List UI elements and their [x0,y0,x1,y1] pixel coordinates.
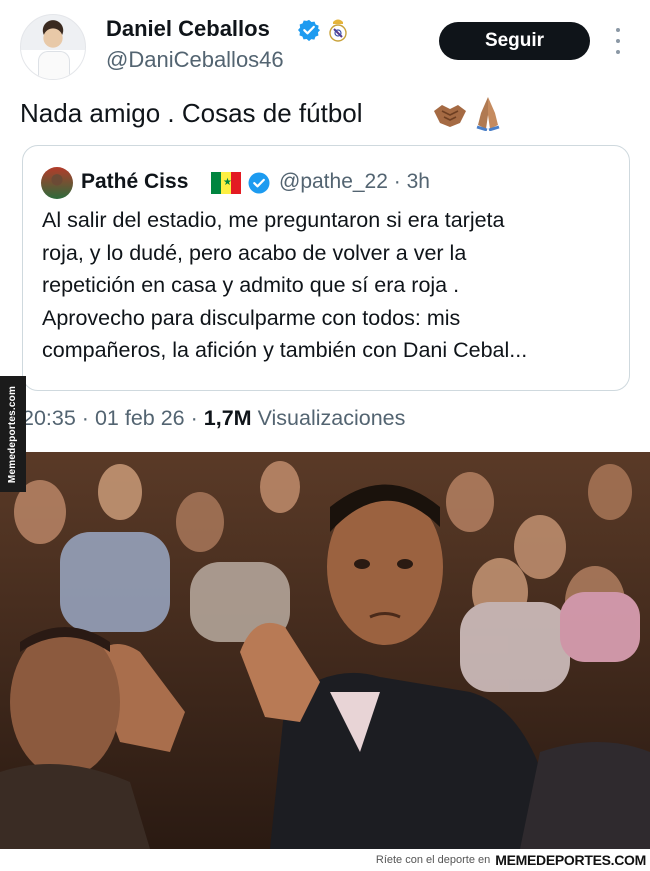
author-avatar[interactable] [20,14,86,80]
more-options-icon[interactable] [608,28,628,54]
side-watermark-text: Memedeportes.com [7,385,19,483]
verified-badge-icon [298,19,320,41]
tweet-card: Daniel Ceballos @DaniCeballos46 Seguir N… [0,0,650,452]
club-crest-icon [329,19,347,42]
folded-hands-icon [476,97,500,131]
footer-brand[interactable]: MEMEDEPORTES.COM [495,852,646,868]
separator: · [190,406,198,430]
tweet-time[interactable]: 20:35 [22,406,76,430]
separator: · [81,406,89,430]
quote-line: Aprovecho para disculparme con todos: mi… [42,305,461,330]
separator: · [393,170,401,193]
handshake-icon [434,105,466,127]
meme-photo [0,452,650,849]
senegal-flag-icon: ★ [211,172,241,194]
quote-line: repetición en casa y admito que sí era r… [42,273,460,298]
author-name[interactable]: Daniel Ceballos [106,16,270,42]
tweet-text: Nada amigo . Cosas de fútbol [20,98,363,128]
tweet-date[interactable]: 01 feb 26 [95,406,185,430]
views-count: 1,7M [203,406,252,430]
quote-line: compañeros, la afición y también con Dan… [42,338,528,363]
quote-meta: @pathe_22 · 3h [279,170,430,194]
footer-watermark: Ríete con el deporte en MEMEDEPORTES.COM [0,849,650,871]
author-handle[interactable]: @DaniCeballos46 [106,47,284,73]
quote-text: Al salir del estadio, me preguntaron si … [42,204,622,367]
quote-line: roja, y lo dudé, pero acabo de volver a … [42,240,467,265]
quote-author-avatar[interactable] [41,167,73,199]
quote-line: Al salir del estadio, me preguntaron si … [42,208,505,232]
verified-badge-icon [248,172,270,194]
side-watermark: Memedeportes.com [0,376,26,492]
quote-author-name[interactable]: Pathé Ciss [81,170,188,194]
tweet-timestamp: 20:35 · 01 feb 26 · 1,7M Visualizaciones [22,406,405,431]
quoted-tweet[interactable]: Pathé Ciss ★ @pathe_22 · 3h Al salir del… [22,145,630,391]
footer-tagline: Ríete con el deporte en [375,854,491,866]
quote-time[interactable]: 3h [407,170,430,193]
quote-author-handle[interactable]: @pathe_22 [279,170,388,193]
views-label: Visualizaciones [257,406,406,430]
follow-button[interactable]: Seguir [439,22,590,60]
